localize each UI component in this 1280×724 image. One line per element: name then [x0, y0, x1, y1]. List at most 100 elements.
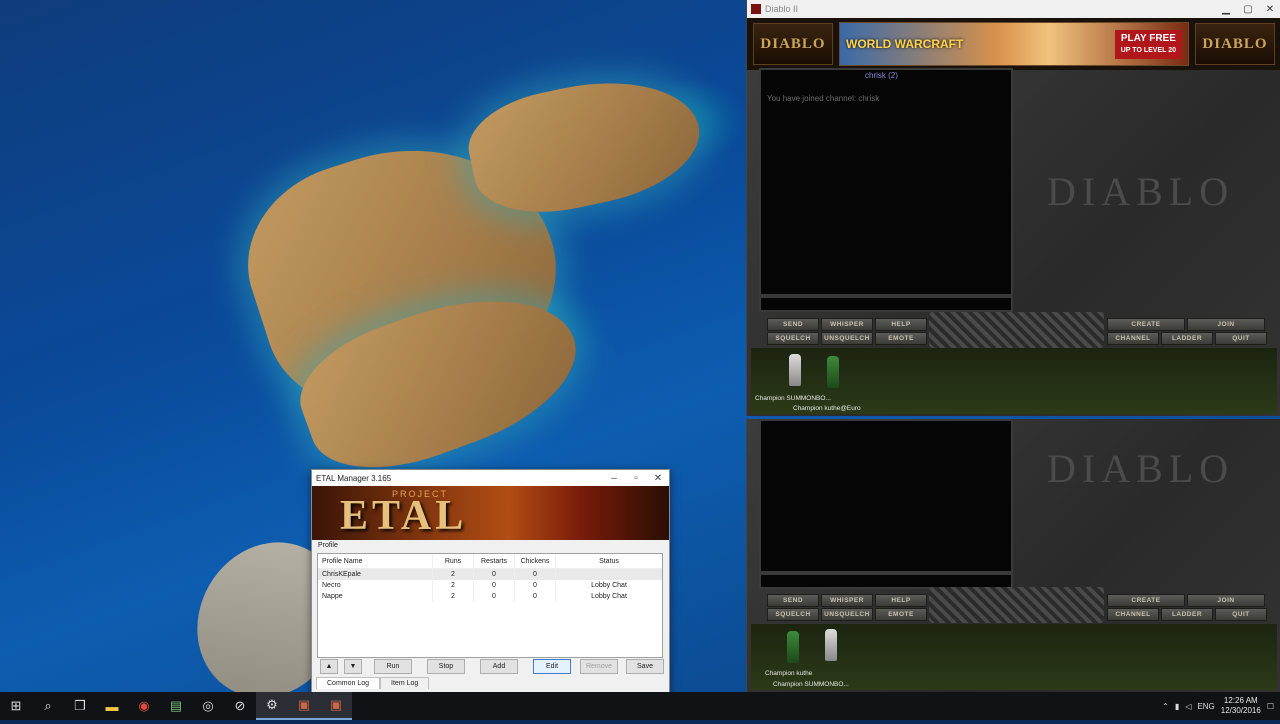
- join-button[interactable]: JOIN: [1187, 318, 1265, 331]
- unsquelch-button[interactable]: UNSQUELCH: [821, 608, 873, 621]
- cell-runs: 2: [433, 591, 474, 602]
- diablo-title-bar[interactable]: Diablo II ▁ ▢ ✕: [747, 0, 1280, 18]
- etal-title-bar[interactable]: ETAL Manager 3.165 – ▫ ✕: [312, 470, 669, 486]
- character-sprite[interactable]: [827, 356, 839, 388]
- etal-banner-logo: ETAL: [340, 493, 468, 539]
- diablo-window-bottom[interactable]: DIABLO SEND WHISPER HELP SQUELCH UNSQUEL…: [746, 419, 1280, 692]
- etal-button-bar: ▲ ▼ Run Stop Add Edit Remove Save: [318, 659, 664, 674]
- quit-button[interactable]: QUIT: [1215, 332, 1267, 345]
- chrome-icon[interactable]: ◉: [128, 692, 160, 720]
- language-indicator[interactable]: ENG: [1197, 702, 1214, 711]
- cell-restarts: 0: [474, 580, 515, 591]
- diablo-logo-left: DIABLO: [753, 23, 833, 65]
- cell-restarts: 0: [474, 591, 515, 602]
- celtic-ornament: [929, 587, 1104, 623]
- squelch-button[interactable]: SQUELCH: [767, 608, 819, 621]
- chat-pane: [759, 419, 1013, 573]
- tab-common-log[interactable]: Common Log: [316, 677, 381, 689]
- play-free-button[interactable]: PLAY FREE UP TO LEVEL 20: [1114, 29, 1182, 59]
- whisper-button[interactable]: WHISPER: [821, 594, 873, 607]
- emote-button[interactable]: EMOTE: [875, 332, 927, 345]
- table-row[interactable]: Nappe 2 0 0 Lobby Chat: [318, 591, 662, 602]
- unsquelch-button[interactable]: UNSQUELCH: [821, 332, 873, 345]
- col-restarts[interactable]: Restarts: [474, 554, 515, 568]
- diablo-taskbar-icon-2[interactable]: ▣: [320, 692, 352, 720]
- help-button[interactable]: HELP: [875, 318, 927, 331]
- minimize-icon[interactable]: ▁: [1215, 4, 1237, 15]
- table-row[interactable]: Necro 2 0 0 Lobby Chat: [318, 580, 662, 591]
- remove-button[interactable]: Remove: [580, 659, 618, 674]
- channel-button[interactable]: CHANNEL: [1107, 608, 1159, 621]
- windows-start-icon[interactable]: ⊞: [0, 692, 32, 720]
- network-icon[interactable]: ▮: [1175, 702, 1179, 711]
- notepad-icon[interactable]: ▤: [160, 692, 192, 720]
- whisper-button[interactable]: WHISPER: [821, 318, 873, 331]
- send-button[interactable]: SEND: [767, 318, 819, 331]
- ladder-button[interactable]: LADDER: [1161, 332, 1213, 345]
- save-button[interactable]: Save: [626, 659, 664, 674]
- profile-table[interactable]: Profile Name Runs Restarts Chickens Stat…: [317, 553, 663, 658]
- island-shape: [460, 62, 710, 228]
- character-sprite[interactable]: [789, 354, 801, 386]
- notifications-icon[interactable]: ☐: [1267, 702, 1274, 711]
- diablo-window-top[interactable]: Diablo II ▁ ▢ ✕ DIABLO WORLD WARCRAFT PL…: [746, 0, 1280, 416]
- clock-time: 12:26 AM: [1223, 696, 1258, 705]
- create-button[interactable]: CREATE: [1107, 318, 1185, 331]
- left-buttons-bottom: SQUELCH UNSQUELCH EMOTE: [767, 608, 927, 621]
- cell-status: Lobby Chat: [591, 582, 627, 589]
- log-tabs: Common Log Item Log: [316, 677, 430, 689]
- move-up-button[interactable]: ▲: [320, 659, 338, 674]
- edit-button[interactable]: Edit: [533, 659, 571, 674]
- play-free-label: PLAY FREE: [1120, 32, 1176, 44]
- send-button[interactable]: SEND: [767, 594, 819, 607]
- volume-icon[interactable]: ◁: [1185, 702, 1191, 711]
- create-button[interactable]: CREATE: [1107, 594, 1185, 607]
- cell-chickens: 0: [515, 580, 556, 591]
- channel-button[interactable]: CHANNEL: [1107, 332, 1159, 345]
- wow-logo: WORLD WARCRAFT: [846, 37, 964, 51]
- join-button[interactable]: JOIN: [1187, 594, 1265, 607]
- wow-ad[interactable]: WORLD WARCRAFT PLAY FREE UP TO LEVEL 20: [839, 22, 1189, 66]
- etal-manager-window[interactable]: ETAL Manager 3.165 – ▫ ✕ PROJECT ETAL Pr…: [311, 469, 670, 695]
- table-row[interactable]: ChrisKEpale 2 0 0: [318, 569, 662, 580]
- col-chickens[interactable]: Chickens: [515, 554, 556, 568]
- etal-title: ETAL Manager 3.165: [316, 473, 392, 483]
- col-status[interactable]: Status: [556, 554, 662, 568]
- maximize-icon[interactable]: ▫: [625, 473, 647, 484]
- stop-button[interactable]: Stop: [427, 659, 465, 674]
- character-label: Champion SUMMONBO...: [755, 395, 831, 402]
- chat-input[interactable]: [759, 296, 1013, 312]
- emote-button[interactable]: EMOTE: [875, 608, 927, 621]
- help-button[interactable]: HELP: [875, 594, 927, 607]
- file-explorer-icon[interactable]: ▬: [96, 692, 128, 720]
- right-buttons-bottom: CHANNEL LADDER QUIT: [1107, 608, 1267, 621]
- run-button[interactable]: Run: [374, 659, 412, 674]
- search-icon[interactable]: ⌕: [32, 692, 64, 720]
- left-buttons-top: SEND WHISPER HELP: [767, 594, 927, 607]
- character-sprite[interactable]: [787, 631, 799, 663]
- right-buttons-top: CREATE JOIN: [1107, 594, 1265, 607]
- col-profile-name[interactable]: Profile Name: [318, 554, 433, 568]
- chevron-up-icon[interactable]: ⌃: [1162, 702, 1169, 711]
- close-icon[interactable]: ✕: [647, 473, 669, 484]
- table-header: Profile Name Runs Restarts Chickens Stat…: [318, 554, 662, 569]
- quit-button[interactable]: QUIT: [1215, 608, 1267, 621]
- tab-item-log[interactable]: Item Log: [380, 677, 430, 689]
- move-down-button[interactable]: ▼: [344, 659, 362, 674]
- clock[interactable]: 12:26 AM 12/30/2016: [1221, 696, 1261, 716]
- app-icon[interactable]: ⊘: [224, 692, 256, 720]
- character-sprite[interactable]: [825, 629, 837, 661]
- taskbar: ⊞ ⌕ ❐ ▬ ◉ ▤ ◎ ⊘ ⚙ ▣ ▣ ⌃ ▮ ◁ ENG 12:26 AM…: [0, 692, 1280, 720]
- diablo-taskbar-icon[interactable]: ▣: [288, 692, 320, 720]
- squelch-button[interactable]: SQUELCH: [767, 332, 819, 345]
- task-view-icon[interactable]: ❐: [64, 692, 96, 720]
- add-button[interactable]: Add: [480, 659, 518, 674]
- maximize-icon[interactable]: ▢: [1237, 4, 1259, 15]
- ladder-button[interactable]: LADDER: [1161, 608, 1213, 621]
- settings-gear-icon[interactable]: ⚙: [256, 692, 288, 720]
- diablo-window-title: Diablo II: [765, 4, 799, 14]
- steam-icon[interactable]: ◎: [192, 692, 224, 720]
- close-icon[interactable]: ✕: [1259, 4, 1280, 15]
- minimize-icon[interactable]: –: [603, 473, 625, 484]
- col-runs[interactable]: Runs: [433, 554, 474, 568]
